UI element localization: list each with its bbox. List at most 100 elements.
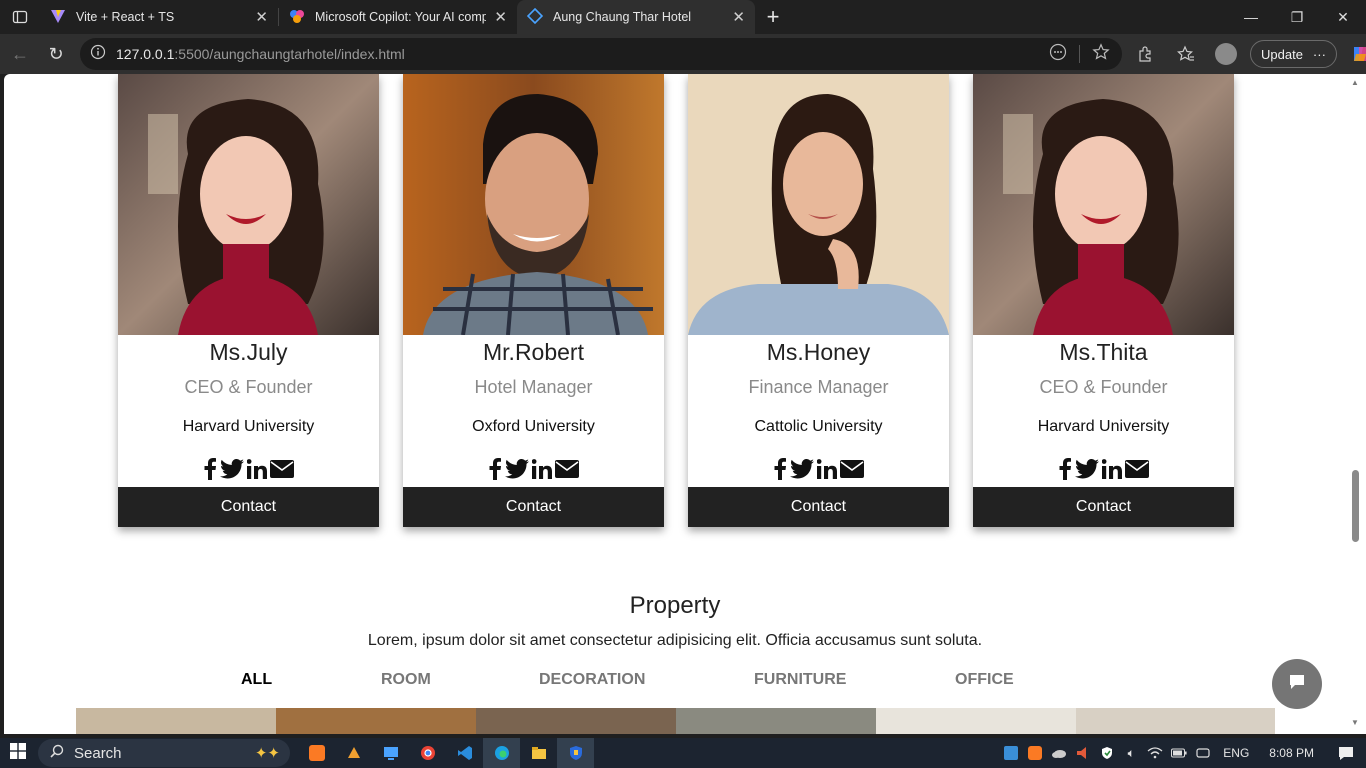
twitter-icon[interactable] [505,459,529,479]
favorites-icon[interactable] [1170,38,1202,70]
email-icon[interactable] [840,460,864,478]
chrome-app-icon[interactable] [409,738,446,768]
favorite-star-icon[interactable] [1092,42,1110,66]
facebook-icon[interactable] [1058,458,1072,480]
avatar [1215,43,1237,65]
wifi-icon[interactable] [1143,738,1167,768]
battery-icon[interactable] [1167,738,1191,768]
browser-tab-strip: Vite + React + TS ✕ Microsoft Copilot: Y… [0,0,1366,34]
notifications-icon[interactable] [1326,738,1366,768]
tab-close-icon[interactable]: ✕ [255,8,268,26]
xampp-app-icon[interactable] [298,738,335,768]
system-tray: 🔈︎ ENG 8:08 PM [999,738,1366,768]
language-indicator[interactable]: ENG [1215,746,1257,760]
linkedin-icon[interactable] [532,459,552,479]
gallery-image[interactable] [476,708,676,734]
volume-icon[interactable]: 🔈︎ [1119,738,1143,768]
tab-title: Aung Chaung Thar Hotel [553,10,692,24]
url-path: :5500/aungchaungtarhotel/index.html [174,46,405,62]
site-info-icon[interactable] [90,44,106,65]
new-tab-icon[interactable]: + [755,0,791,34]
filter-all[interactable]: ALL [241,671,272,689]
close-window-icon[interactable]: ✕ [1320,0,1366,34]
tab-close-icon[interactable]: ✕ [732,8,745,26]
filter-furniture[interactable]: FURNITURE [754,671,846,689]
alert-speaker-icon[interactable] [1071,738,1095,768]
page-scrollbar[interactable]: ▲ ▼ [1346,74,1366,734]
contact-button[interactable]: Contact [688,487,949,527]
tab-close-icon[interactable]: ✕ [494,8,507,26]
team-photo-july [118,74,379,335]
vscode-app-icon[interactable] [446,738,483,768]
back-icon[interactable]: ← [2,38,38,70]
linkedin-icon[interactable] [817,459,837,479]
windows-logo-icon [10,742,26,764]
email-icon[interactable] [1125,460,1149,478]
twitter-icon[interactable] [790,459,814,479]
team-photo-honey [688,74,949,335]
fox-app-icon[interactable] [335,738,372,768]
onedrive-icon[interactable] [1047,738,1071,768]
tray-app-icon[interactable] [999,738,1023,768]
email-icon[interactable] [270,460,294,478]
gallery-image[interactable] [76,708,276,734]
linkedin-icon[interactable] [247,459,267,479]
profile-avatar[interactable] [1210,38,1242,70]
twitter-icon[interactable] [220,459,244,479]
update-button[interactable]: Update ··· [1250,40,1337,68]
member-school: Harvard University [182,418,315,435]
contact-button[interactable]: Contact [403,487,664,527]
gallery-image[interactable] [876,708,1076,734]
facebook-icon[interactable] [488,458,502,480]
contact-button[interactable]: Contact [973,487,1234,527]
meet-now-icon[interactable] [1191,738,1215,768]
clock[interactable]: 8:08 PM [1257,746,1326,760]
tray-xampp-icon[interactable] [1023,738,1047,768]
address-bar[interactable]: 127.0.0.1:5500/aungchaungtarhotel/index.… [80,38,1122,70]
file-explorer-app-icon[interactable] [520,738,557,768]
chat-button[interactable] [1272,659,1322,709]
filter-room[interactable]: ROOM [381,671,431,689]
defender-icon[interactable] [1095,738,1119,768]
edge-app-icon[interactable] [483,738,520,768]
taskbar-search[interactable]: Search ✦✦ [38,739,290,767]
linkedin-icon[interactable] [1102,459,1122,479]
refresh-icon[interactable]: ↻ [38,38,74,70]
scroll-up-icon[interactable]: ▲ [1351,78,1359,87]
team-cards: Ms.July CEO & Founder Harvard University… [118,74,1234,527]
copilot-icon[interactable] [1345,38,1366,70]
url-host: 127.0.0.1 [116,46,175,62]
gallery-image[interactable] [676,708,876,734]
filter-decoration[interactable]: DECORATION [539,671,645,689]
tab-vite[interactable]: Vite + React + TS ✕ [40,0,278,34]
security-app-icon[interactable] [557,738,594,768]
copilot-favicon-icon [289,8,305,27]
restore-icon[interactable]: ❐ [1274,0,1320,34]
facebook-icon[interactable] [773,458,787,480]
tab-aung-chaung-thar[interactable]: Aung Chaung Thar Hotel ✕ [517,0,755,34]
tab-title: Microsoft Copilot: Your AI compa [315,10,487,24]
member-school: Cattolic University [754,418,883,435]
tab-actions-icon[interactable] [0,0,40,34]
omnibox-actions [1049,38,1110,70]
start-button[interactable] [0,738,36,768]
gallery-image[interactable] [276,708,476,734]
member-school: Harvard University [1037,418,1170,435]
twitter-icon[interactable] [1075,459,1099,479]
tab-copilot[interactable]: Microsoft Copilot: Your AI compa ✕ [279,0,517,34]
extensions-icon[interactable] [1130,38,1162,70]
contact-button[interactable]: Contact [118,487,379,527]
reading-mode-icon[interactable] [1049,43,1067,66]
gallery-image[interactable] [1076,708,1275,734]
filter-office[interactable]: OFFICE [955,671,1014,689]
property-title: Property [629,592,721,619]
minimize-icon[interactable]: — [1228,0,1274,34]
scroll-down-icon[interactable]: ▼ [1351,718,1359,727]
email-icon[interactable] [555,460,579,478]
tab-title: Vite + React + TS [76,10,175,24]
facebook-icon[interactable] [203,458,217,480]
update-label: Update [1261,46,1303,62]
member-role: Hotel Manager [474,377,593,397]
scrollbar-thumb[interactable] [1352,470,1359,542]
monitor-app-icon[interactable] [372,738,409,768]
